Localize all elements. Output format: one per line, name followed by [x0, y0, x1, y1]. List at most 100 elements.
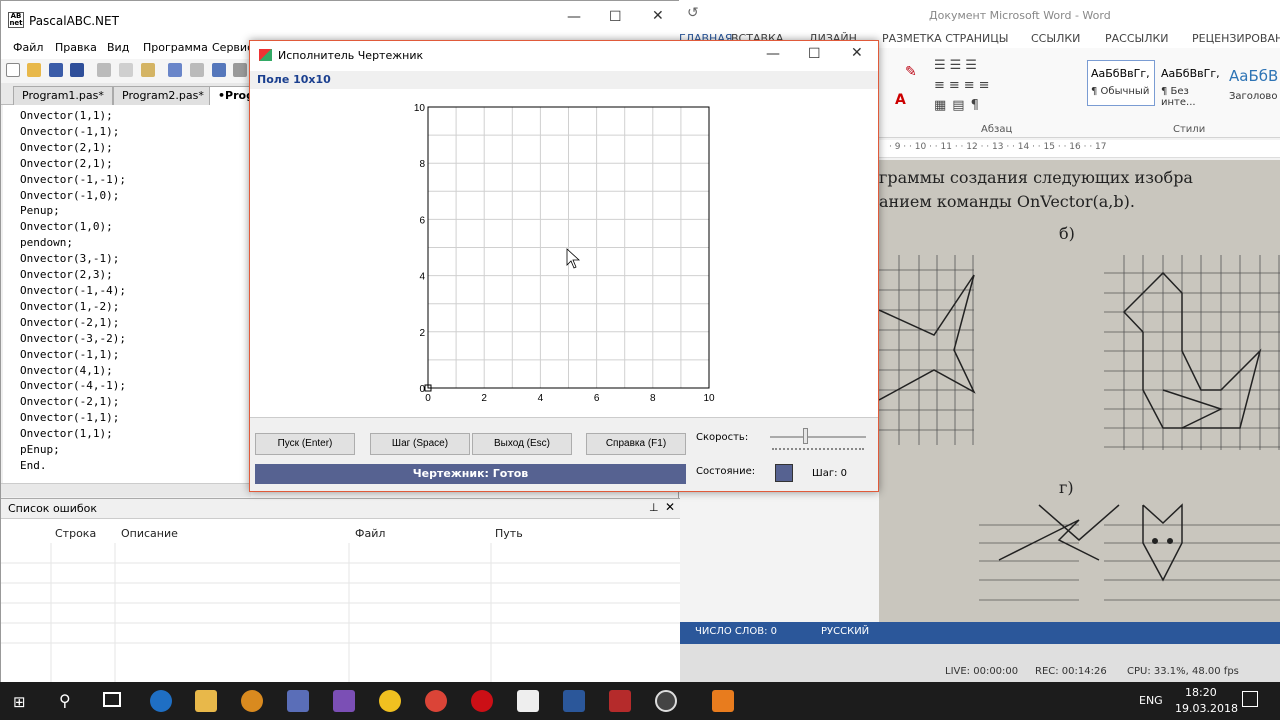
speed-slider[interactable] — [770, 436, 866, 438]
pin-icon[interactable]: ⊥ — [649, 501, 659, 514]
close-icon[interactable]: ✕ — [652, 8, 664, 24]
pascal-titlebar: AB net PascalABC.NET — ☐ ✕ — [1, 1, 680, 39]
style-no-spacing[interactable]: АаБбВвГг, ¶ Без инте... — [1157, 60, 1225, 108]
minimize-icon[interactable]: — — [567, 9, 581, 25]
col-line[interactable]: Строка — [55, 527, 96, 540]
open-icon[interactable] — [27, 63, 41, 77]
exit-button[interactable]: Выход (Esc) — [472, 433, 572, 455]
speed-slider-thumb[interactable] — [803, 428, 808, 444]
tab-mailings[interactable]: РАССЫЛКИ — [1105, 32, 1169, 45]
taskbar: ⊞ ⚲ ENG 18:20 19.03.2018 — [0, 682, 1280, 720]
pascal-app-icon: AB net — [8, 12, 24, 28]
tab-review[interactable]: РЕЦЕНЗИРОВАН — [1192, 32, 1280, 45]
document-page[interactable]: граммы создания следующих изобра анием к… — [879, 160, 1280, 622]
obs-icon[interactable] — [655, 690, 677, 712]
clock-time[interactable]: 18:20 — [1185, 686, 1217, 699]
menu-program[interactable]: Программа — [143, 41, 208, 54]
obs-cpu: CPU: 33.1%, 48.00 fps — [1127, 666, 1239, 677]
clock-date[interactable]: 19.03.2018 — [1175, 702, 1238, 715]
drawer-maximize-icon[interactable]: ☐ — [808, 46, 821, 62]
x-tick-label: 10 — [703, 393, 715, 404]
pascal-icon[interactable] — [517, 690, 539, 712]
highlight-icon[interactable]: ✎ — [905, 64, 917, 80]
word-statusbar: ЧИСЛО СЛОВ: 0 РУССКИЙ — [679, 622, 1280, 644]
find-icon[interactable] — [212, 63, 226, 77]
drawer-title: Исполнитель Чертежник — [278, 49, 424, 62]
font-color-icon[interactable]: A — [895, 92, 906, 108]
redo-icon[interactable] — [190, 63, 204, 77]
speed-label: Скорость: — [696, 432, 749, 443]
menu-edit[interactable]: Правка — [55, 41, 97, 54]
state-indicator — [775, 464, 793, 482]
y-tick-label: 10 — [414, 103, 426, 114]
group-styles: Стили — [1173, 124, 1206, 135]
col-path[interactable]: Путь — [495, 527, 523, 540]
tab-program1[interactable]: Program1.pas* — [13, 86, 113, 105]
group-paragraph: Абзац — [981, 124, 1013, 135]
input-language[interactable]: ENG — [1139, 694, 1163, 707]
align-icons[interactable]: ≡≡≡≡ — [934, 78, 994, 93]
x-tick-label: 6 — [594, 393, 600, 404]
drawer-close-icon[interactable]: ✕ — [851, 45, 863, 61]
y-tick-label: 4 — [419, 272, 425, 283]
list-icons[interactable]: ☰☰☰ — [934, 58, 981, 73]
drawer-minimize-icon[interactable]: — — [766, 46, 780, 62]
slider-ticks — [772, 448, 864, 450]
menu-view[interactable]: Вид — [107, 41, 129, 54]
word-count: ЧИСЛО СЛОВ: 0 — [695, 626, 778, 637]
floppy-icon[interactable] — [287, 690, 309, 712]
drawing-field[interactable]: 0 2 4 6 8 10 0246810 — [410, 99, 720, 411]
menu-service[interactable]: Сервис — [212, 41, 253, 54]
tab-layout[interactable]: РАЗМЕТКА СТРАНИЦЫ — [882, 32, 1009, 45]
explorer-icon[interactable] — [195, 690, 217, 712]
y-tick-label: 6 — [419, 215, 425, 226]
help-button[interactable]: Справка (F1) — [586, 433, 686, 455]
y-tick-label: 8 — [419, 159, 425, 170]
horizontal-scrollbar[interactable] — [1, 483, 251, 497]
word-titlebar: Документ Microsoft Word - Word ↺ — [679, 0, 1280, 30]
style-heading[interactable]: АаБбВ Заголово — [1225, 60, 1280, 106]
undo-icon[interactable] — [168, 63, 182, 77]
vs-icon[interactable] — [333, 690, 355, 712]
new-file-icon[interactable] — [6, 63, 20, 77]
cut-icon[interactable] — [97, 63, 111, 77]
col-file[interactable]: Файл — [355, 527, 385, 540]
opera-icon[interactable] — [471, 690, 493, 712]
code-editor[interactable]: Onvector(1,1); Onvector(-1,1); Onvector(… — [3, 105, 249, 483]
drawer-status: Чертежник: Готов — [255, 464, 686, 484]
style-normal[interactable]: АаБбВвГг, ¶ Обычный — [1087, 60, 1155, 106]
redo-icon[interactable]: ↺ — [687, 5, 699, 21]
paint-icon[interactable] — [712, 690, 734, 712]
copy-icon[interactable] — [119, 63, 133, 77]
start-icon[interactable]: ⊞ — [13, 693, 26, 711]
edge-icon[interactable] — [150, 690, 172, 712]
close-panel-icon[interactable]: ✕ — [665, 500, 675, 514]
drawer-window: Исполнитель Чертежник — ☐ ✕ Поле 10x10 0… — [249, 40, 879, 492]
save-icon[interactable] — [49, 63, 63, 77]
chrome-icon[interactable] — [425, 690, 447, 712]
step-button[interactable]: Шаг (Space) — [370, 433, 470, 455]
textbook-figures — [879, 255, 1280, 601]
drawer-app-icon — [259, 49, 272, 61]
col-description[interactable]: Описание — [121, 527, 178, 540]
notifications-icon[interactable] — [1242, 691, 1258, 707]
tab-references[interactable]: ССЫЛКИ — [1031, 32, 1080, 45]
replace-icon[interactable] — [233, 63, 247, 77]
language[interactable]: РУССКИЙ — [821, 626, 869, 637]
field-size-label: Поле 10x10 — [257, 73, 331, 86]
warning-app-icon[interactable] — [379, 690, 401, 712]
run-button[interactable]: Пуск (Enter) — [255, 433, 355, 455]
word-icon[interactable] — [563, 690, 585, 712]
save-all-icon[interactable] — [70, 63, 84, 77]
x-tick-label: 0 — [425, 393, 431, 404]
tab-program2[interactable]: Program2.pas* — [113, 86, 213, 105]
menu-file[interactable]: Файл — [13, 41, 43, 54]
media-icon[interactable] — [241, 690, 263, 712]
paste-icon[interactable] — [141, 63, 155, 77]
voicemeeter-icon[interactable] — [609, 690, 631, 712]
task-view-icon[interactable] — [103, 692, 121, 707]
border-icons[interactable]: ▦▤¶ — [934, 98, 985, 113]
search-icon[interactable]: ⚲ — [59, 691, 71, 710]
x-tick-label: 8 — [650, 393, 656, 404]
maximize-icon[interactable]: ☐ — [609, 9, 622, 25]
